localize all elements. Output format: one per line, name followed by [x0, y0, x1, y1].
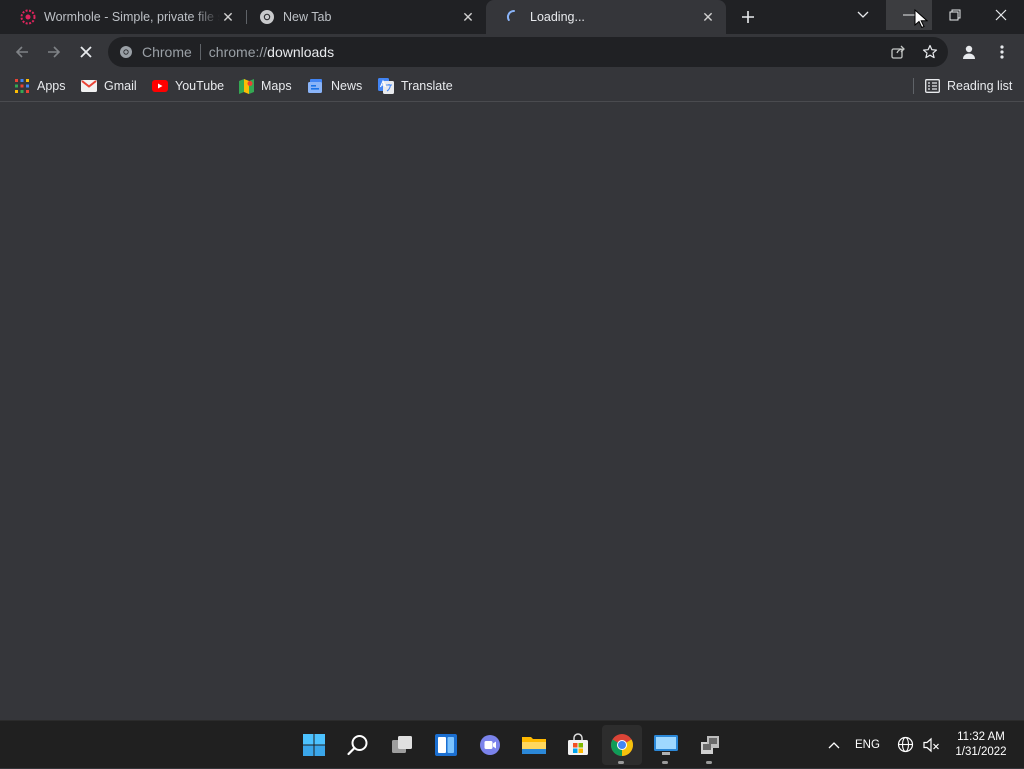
file-explorer-icon[interactable] [514, 725, 554, 765]
maps-icon [238, 78, 254, 94]
bookmark-label: Translate [401, 79, 453, 93]
bookmark-star-icon[interactable] [916, 37, 944, 67]
new-tab-button[interactable] [736, 5, 760, 29]
bookmark-apps[interactable]: Apps [14, 76, 66, 96]
tab-new-tab[interactable]: New Tab ✕ [239, 0, 486, 34]
bookmark-label: News [331, 79, 363, 93]
translate-icon [378, 78, 394, 94]
network-computers-icon[interactable] [690, 725, 730, 765]
tab-wormhole[interactable]: Wormhole - Simple, private file sharing … [0, 0, 246, 34]
network-globe-icon[interactable] [897, 721, 915, 769]
tab-loading[interactable]: Loading... ✕ [486, 0, 726, 34]
stop-loading-button[interactable] [72, 38, 100, 66]
loading-spinner-icon [506, 9, 522, 25]
forward-button[interactable] [40, 38, 68, 66]
share-icon[interactable] [884, 37, 912, 67]
apps-grid-icon [14, 78, 30, 94]
teams-chat-icon[interactable] [470, 725, 510, 765]
taskbar: ENG 11:32 AM 1/31/2022 [0, 720, 1024, 768]
reading-list-icon [924, 78, 940, 94]
microsoft-store-icon[interactable] [558, 725, 598, 765]
back-button[interactable] [8, 38, 36, 66]
close-tab-icon[interactable]: ✕ [460, 9, 476, 25]
reading-list-label: Reading list [947, 79, 1013, 93]
site-chip: Chrome [142, 44, 192, 60]
tab-search-button[interactable] [840, 0, 886, 30]
remote-desktop-icon[interactable] [646, 725, 686, 765]
profile-avatar-icon[interactable] [955, 38, 983, 66]
tab-title: Wormhole - Simple, private file sharing [44, 10, 220, 24]
system-clock[interactable]: 11:32 AM 1/31/2022 [948, 730, 1014, 760]
bookmark-label: Gmail [104, 79, 137, 93]
address-bar[interactable]: Chrome chrome:// downloads [108, 37, 948, 67]
language-indicator[interactable]: ENG [855, 721, 880, 769]
search-icon[interactable] [338, 725, 378, 765]
chrome-page-icon [118, 44, 134, 60]
url-scheme: chrome:// [208, 44, 268, 60]
omnibox-divider [199, 44, 201, 60]
close-tab-icon[interactable]: ✕ [220, 9, 236, 25]
start-button[interactable] [294, 725, 334, 765]
chrome-taskbar-icon[interactable] [602, 725, 642, 765]
menu-kebab-icon[interactable] [988, 38, 1016, 66]
show-hidden-icons-button[interactable] [824, 721, 844, 769]
url-host: downloads [267, 44, 335, 60]
bookmark-youtube[interactable]: YouTube [152, 76, 224, 96]
bookmark-maps[interactable]: Maps [238, 76, 292, 96]
bookmarks-divider [913, 78, 914, 94]
chrome-icon [259, 9, 275, 25]
running-indicator [662, 761, 668, 764]
widgets-icon[interactable] [426, 725, 466, 765]
close-window-button[interactable] [978, 0, 1024, 30]
bookmark-gmail[interactable]: Gmail [81, 76, 137, 96]
volume-muted-icon[interactable] [922, 721, 940, 769]
close-tab-icon[interactable]: ✕ [700, 9, 716, 25]
youtube-icon [152, 78, 168, 94]
restore-button[interactable] [932, 0, 978, 30]
tab-title: Loading... [530, 10, 585, 24]
wormhole-favicon [20, 9, 36, 25]
tab-title: New Tab [283, 10, 332, 24]
bookmark-news[interactable]: News [308, 76, 362, 96]
running-indicator [706, 761, 712, 764]
reading-list-button[interactable]: Reading list [924, 76, 1012, 96]
bookmark-label: Maps [261, 79, 292, 93]
clock-time: 11:32 AM [957, 731, 1005, 743]
gmail-icon [81, 78, 97, 94]
clock-date: 1/31/2022 [955, 746, 1007, 758]
bookmarks-bar: Apps Gmail YouTube Maps News Translate R… [0, 70, 1024, 102]
bookmark-label: YouTube [175, 79, 225, 93]
news-icon [308, 78, 324, 94]
running-indicator [618, 761, 624, 764]
task-view-icon[interactable] [382, 725, 422, 765]
toolbar: Chrome chrome:// downloads [0, 34, 1024, 70]
page-content [0, 103, 1024, 720]
mouse-pointer-icon [914, 8, 929, 29]
tab-strip: Wormhole - Simple, private file sharing … [0, 0, 1024, 34]
bookmark-translate[interactable]: Translate [378, 76, 453, 96]
bookmark-label: Apps [37, 79, 66, 93]
